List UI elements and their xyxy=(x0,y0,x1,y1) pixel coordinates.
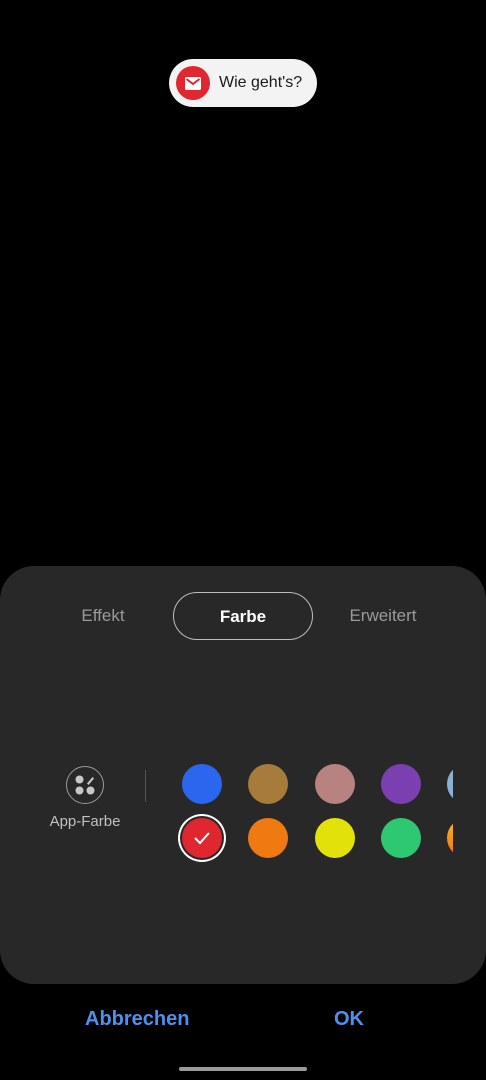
home-indicator[interactable] xyxy=(179,1067,307,1071)
color-swatch-orange-gradient[interactable] xyxy=(447,818,453,858)
color-swatch-light-blue[interactable] xyxy=(447,764,453,804)
mail-icon xyxy=(176,66,210,100)
palette-icon xyxy=(66,766,104,804)
app-color-label: App-Farbe xyxy=(49,813,121,830)
preview-message: Wie geht's? xyxy=(219,74,303,91)
edge-lighting-style-panel: Effekt Farbe Erweitert App-Farbe xyxy=(0,566,486,984)
color-swatch-red[interactable] xyxy=(182,818,222,858)
color-swatch-orange[interactable] xyxy=(248,818,288,858)
ok-button[interactable]: OK xyxy=(334,1008,364,1031)
tab-erweitert[interactable]: Erweitert xyxy=(333,592,433,640)
color-swatch-green[interactable] xyxy=(381,818,421,858)
tab-farbe[interactable]: Farbe xyxy=(173,592,313,640)
color-swatch-bronze[interactable] xyxy=(248,764,288,804)
color-swatch-yellow[interactable] xyxy=(315,818,355,858)
color-swatch-blue[interactable] xyxy=(182,764,222,804)
color-swatch-rose-brown[interactable] xyxy=(315,764,355,804)
color-swatch-grid xyxy=(176,762,453,866)
checkmark-icon xyxy=(194,832,210,845)
tab-effekt[interactable]: Effekt xyxy=(62,592,144,640)
divider xyxy=(145,770,146,802)
cancel-button[interactable]: Abbrechen xyxy=(85,1008,189,1031)
color-swatch-purple[interactable] xyxy=(381,764,421,804)
app-color-option[interactable]: App-Farbe xyxy=(44,766,126,836)
notification-preview: Wie geht's? xyxy=(169,59,317,107)
